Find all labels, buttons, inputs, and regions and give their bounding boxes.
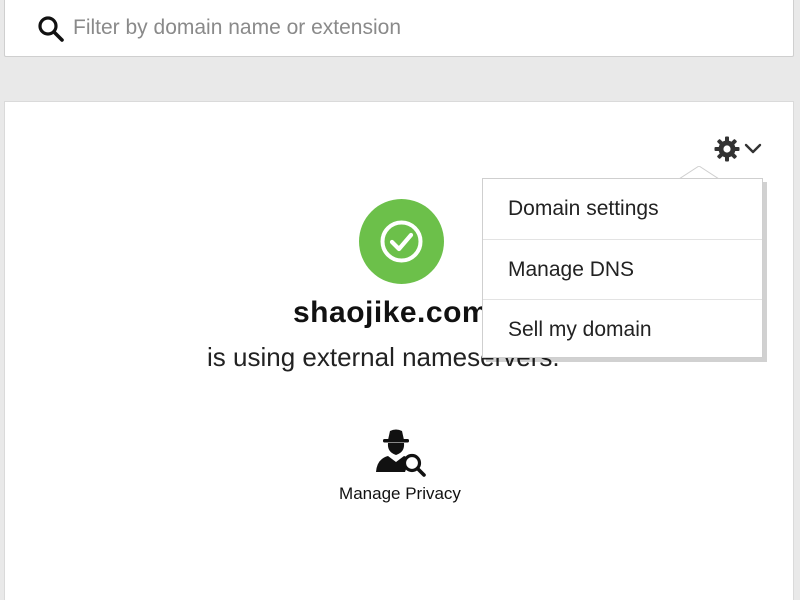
menu-item-manage-dns[interactable]: Manage DNS bbox=[483, 239, 762, 299]
page: shaojike.com is using external nameserve… bbox=[0, 0, 800, 600]
gear-icon bbox=[714, 136, 740, 162]
manage-privacy-label: Manage Privacy bbox=[339, 484, 461, 503]
search-icon bbox=[38, 16, 64, 42]
chevron-down-icon bbox=[744, 143, 762, 154]
check-circle-icon bbox=[380, 220, 423, 263]
settings-menu-toggle[interactable] bbox=[713, 135, 767, 163]
manage-privacy-button[interactable]: Manage Privacy bbox=[320, 428, 480, 508]
detective-search-icon bbox=[376, 429, 426, 477]
domain-name: shaojike.com bbox=[293, 296, 490, 329]
status-badge bbox=[359, 199, 444, 284]
settings-dropdown-menu: Domain settings Manage DNS Sell my domai… bbox=[482, 178, 763, 358]
search-input[interactable] bbox=[73, 11, 773, 45]
menu-item-sell-my-domain[interactable]: Sell my domain bbox=[483, 299, 762, 359]
search-bar bbox=[4, 0, 794, 57]
menu-item-domain-settings[interactable]: Domain settings bbox=[483, 179, 762, 239]
